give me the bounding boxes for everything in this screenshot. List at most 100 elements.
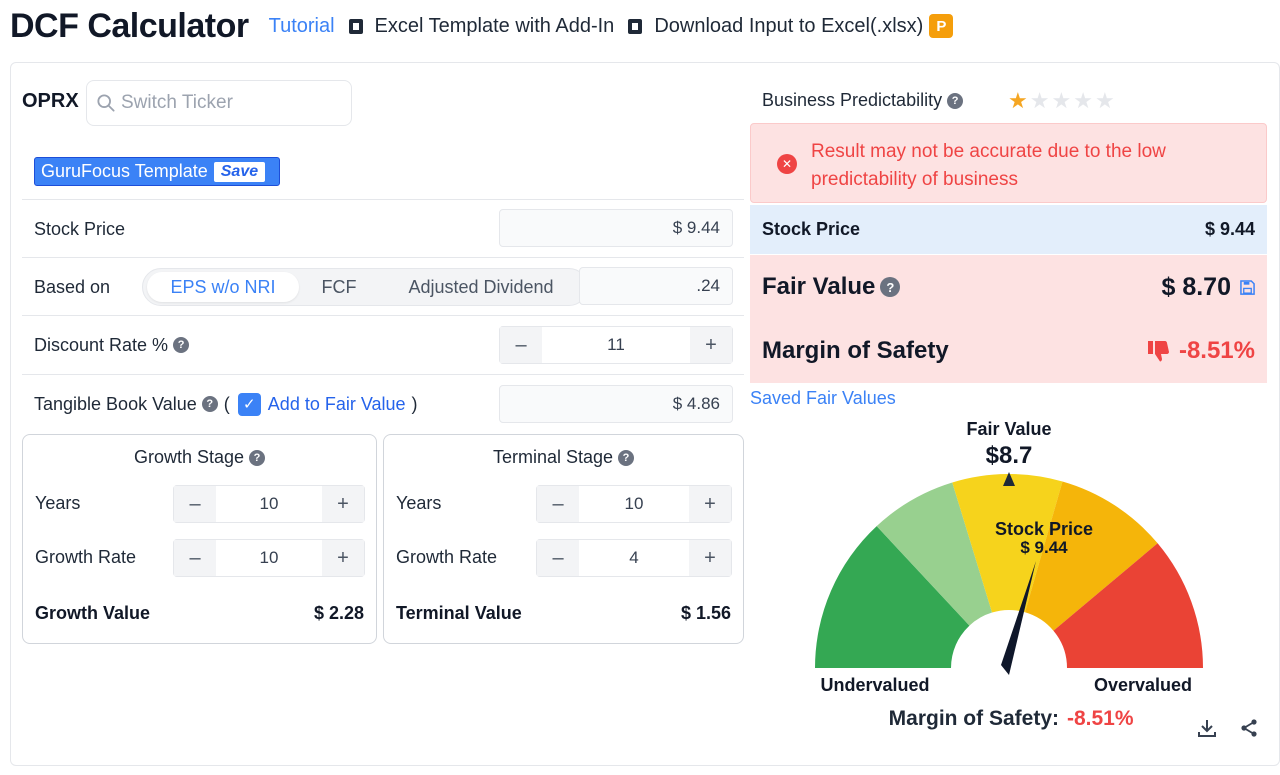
- decrement-button[interactable]: –: [500, 327, 542, 363]
- help-icon[interactable]: ?: [173, 337, 190, 353]
- add-to-fair-value-checkbox[interactable]: ✓: [237, 392, 261, 416]
- based-on-label: Based on: [34, 276, 111, 297]
- discount-rate-value[interactable]: 11: [542, 327, 690, 363]
- ticker-search[interactable]: [86, 80, 352, 126]
- increment-button[interactable]: +: [689, 486, 731, 522]
- search-icon: [97, 94, 115, 112]
- discount-rate-label: Discount Rate %: [34, 334, 169, 355]
- stock-price-label: Stock Price: [34, 218, 126, 239]
- saved-fair-values-link[interactable]: Saved Fair Values: [750, 388, 896, 409]
- tbv-field[interactable]: $ 4.86: [499, 385, 733, 423]
- discount-rate-stepper: – 11 +: [499, 326, 733, 364]
- terminal-stage-card: Terminal Stage ? Years – 10 + Growth Rat…: [383, 434, 744, 644]
- download-input-link[interactable]: Download Input to Excel(.xlsx): [628, 15, 923, 38]
- star-filled-icon: ★: [1008, 88, 1028, 113]
- mos-label: Margin of Safety: [762, 337, 949, 364]
- fair-value-label-wrap: Fair Value ?: [762, 273, 901, 301]
- terminal-rate-label: Growth Rate: [396, 547, 498, 567]
- help-icon[interactable]: ?: [618, 449, 635, 466]
- summary-stock-price-label: Stock Price: [762, 219, 861, 239]
- growth-years-value[interactable]: 10: [216, 486, 322, 522]
- based-on-option-eps[interactable]: EPS w/o NRI: [147, 272, 299, 302]
- growth-rate-value[interactable]: 10: [216, 540, 322, 576]
- template-button[interactable]: GuruFocus Template Save: [34, 157, 280, 186]
- template-label: GuruFocus Template: [41, 161, 208, 181]
- terminal-years-label: Years: [396, 493, 442, 513]
- growth-rate-stepper: – 10 +: [173, 539, 365, 577]
- ticker-symbol: OPRX: [22, 90, 79, 112]
- terminal-rate-value[interactable]: 4: [579, 540, 689, 576]
- fair-value: $ 8.70: [1161, 272, 1231, 301]
- gauge-segments: [815, 474, 1203, 668]
- increment-button[interactable]: +: [690, 327, 732, 363]
- terminal-years-stepper: – 10 +: [536, 485, 732, 523]
- gauge-actions: [1195, 716, 1279, 740]
- page-header: DCF Calculator Tutorial Excel Template w…: [10, 0, 1270, 52]
- error-icon: ✕: [777, 154, 797, 174]
- fair-value-row: Fair Value ? $ 8.70: [762, 271, 1255, 303]
- premium-badge: P: [929, 14, 954, 38]
- stock-price-field[interactable]: $ 9.44: [499, 209, 733, 247]
- help-icon[interactable]: ?: [880, 277, 901, 297]
- terminal-years-value[interactable]: 10: [579, 486, 689, 522]
- gauge-fair-value: $8.7: [986, 442, 1033, 469]
- thumbs-down-icon: [1147, 341, 1169, 362]
- help-icon[interactable]: ?: [201, 396, 218, 412]
- star-empty-icon: ★: [1051, 88, 1072, 113]
- discount-rate-row: Discount Rate % ? – 11 +: [22, 315, 744, 373]
- save-icon[interactable]: [1240, 279, 1255, 295]
- stock-price-row: Stock Price $ 9.44: [22, 199, 744, 257]
- download-icon[interactable]: [1195, 716, 1219, 740]
- terminal-value: $ 1.56: [680, 603, 731, 623]
- help-icon[interactable]: ?: [947, 92, 964, 109]
- share-icon[interactable]: [1237, 716, 1261, 740]
- excel-icon: [348, 18, 363, 34]
- download-input-label: Download Input to Excel(.xlsx): [654, 14, 924, 37]
- increment-button[interactable]: +: [322, 486, 364, 522]
- terminal-stage-title-text: Terminal Stage: [492, 447, 614, 467]
- increment-button[interactable]: +: [322, 540, 364, 576]
- based-on-option-dividend[interactable]: Adjusted Dividend: [383, 272, 579, 302]
- star-empty-icon: ★: [1073, 88, 1093, 113]
- based-on-option-fcf[interactable]: FCF: [303, 272, 375, 302]
- gauge-stock-price-label: Stock Price: [995, 519, 1093, 539]
- tbv-label: Tangible Book Value: [34, 393, 197, 414]
- gauge-mos-label: Margin of Safety:: [889, 707, 1059, 730]
- increment-button[interactable]: +: [689, 540, 731, 576]
- tbv-label-wrap: Tangible Book Value ? ( ✓ Add to Fair Va…: [34, 375, 418, 433]
- ticker-search-input[interactable]: [121, 92, 341, 114]
- predictability-stars: ★ ★ ★ ★ ★: [1008, 88, 1117, 114]
- summary-stock-price-row: Stock Price $ 9.44: [750, 205, 1267, 254]
- add-to-fair-value-label[interactable]: Add to Fair Value: [268, 394, 406, 415]
- summary-fair-value-box: Fair Value ? $ 8.70 Margin of Safety -8.…: [750, 255, 1267, 383]
- fair-value-label: Fair Value: [762, 273, 876, 300]
- terminal-rate-stepper: – 4 +: [536, 539, 732, 577]
- gauge-fair-value-label: Fair Value: [966, 419, 1051, 439]
- mos-row: Margin of Safety -8.51%: [762, 335, 1255, 367]
- decrement-button[interactable]: –: [174, 486, 216, 522]
- growth-years-label: Years: [35, 493, 81, 513]
- help-icon[interactable]: ?: [249, 449, 266, 466]
- predictability-label-wrap: Business Predictability ?: [762, 90, 964, 111]
- overvalued-label: Overvalued: [1094, 675, 1192, 695]
- decrement-button[interactable]: –: [537, 540, 579, 576]
- growth-years-stepper: – 10 +: [173, 485, 365, 523]
- growth-rate-label: Growth Rate: [35, 547, 137, 567]
- growth-stage-title: Growth Stage ?: [23, 447, 376, 468]
- decrement-button[interactable]: –: [537, 486, 579, 522]
- tutorial-link[interactable]: Tutorial: [269, 15, 335, 38]
- based-on-selector: EPS w/o NRI FCF Adjusted Dividend: [142, 268, 588, 306]
- accuracy-alert: ✕ Result may not be accurate due to the …: [750, 123, 1267, 203]
- discount-rate-label-wrap: Discount Rate % ?: [34, 316, 190, 374]
- template-save-button[interactable]: Save: [213, 161, 266, 182]
- excel-template-link[interactable]: Excel Template with Add-In: [348, 14, 615, 38]
- decrement-button[interactable]: –: [174, 540, 216, 576]
- page-title: DCF Calculator: [10, 6, 249, 45]
- excel-template-label: Excel Template with Add-In: [374, 14, 615, 37]
- gauge-mos-value: -8.51%: [1067, 707, 1134, 730]
- fair-value-wrap: $ 8.70: [1161, 273, 1255, 302]
- growth-value-label: Growth Value: [35, 603, 151, 623]
- based-on-value-field[interactable]: .24: [579, 267, 733, 305]
- tbv-open-paren: (: [223, 393, 230, 414]
- excel-icon: [628, 18, 643, 34]
